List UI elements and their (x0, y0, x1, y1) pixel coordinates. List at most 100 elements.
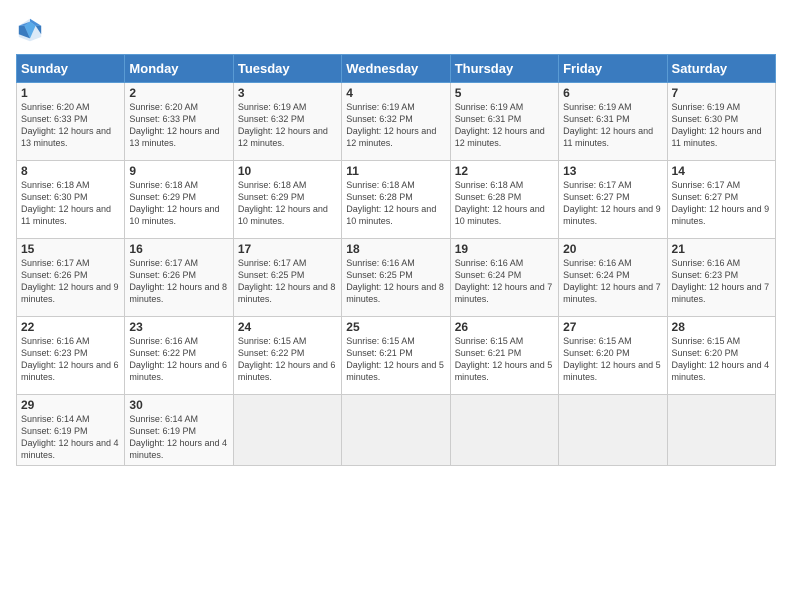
page-header (16, 16, 776, 44)
day-number: 30 (129, 398, 228, 412)
calendar-cell: 29Sunrise: 6:14 AMSunset: 6:19 PMDayligh… (17, 395, 125, 466)
calendar-cell: 15Sunrise: 6:17 AMSunset: 6:26 PMDayligh… (17, 239, 125, 317)
calendar-row-2: 8Sunrise: 6:18 AMSunset: 6:30 PMDaylight… (17, 161, 776, 239)
day-number: 9 (129, 164, 228, 178)
day-info: Sunrise: 6:16 AMSunset: 6:24 PMDaylight:… (563, 257, 662, 306)
day-number: 21 (672, 242, 771, 256)
calendar-cell: 12Sunrise: 6:18 AMSunset: 6:28 PMDayligh… (450, 161, 558, 239)
day-info: Sunrise: 6:18 AMSunset: 6:30 PMDaylight:… (21, 179, 120, 228)
day-number: 25 (346, 320, 445, 334)
day-info: Sunrise: 6:19 AMSunset: 6:31 PMDaylight:… (455, 101, 554, 150)
day-number: 4 (346, 86, 445, 100)
day-info: Sunrise: 6:16 AMSunset: 6:23 PMDaylight:… (21, 335, 120, 384)
col-header-sunday: Sunday (17, 55, 125, 83)
calendar-row-1: 1Sunrise: 6:20 AMSunset: 6:33 PMDaylight… (17, 83, 776, 161)
calendar-cell: 25Sunrise: 6:15 AMSunset: 6:21 PMDayligh… (342, 317, 450, 395)
calendar-cell (559, 395, 667, 466)
col-header-friday: Friday (559, 55, 667, 83)
day-number: 8 (21, 164, 120, 178)
calendar-header-row: SundayMondayTuesdayWednesdayThursdayFrid… (17, 55, 776, 83)
col-header-monday: Monday (125, 55, 233, 83)
calendar-cell: 17Sunrise: 6:17 AMSunset: 6:25 PMDayligh… (233, 239, 341, 317)
day-info: Sunrise: 6:19 AMSunset: 6:30 PMDaylight:… (672, 101, 771, 150)
day-number: 10 (238, 164, 337, 178)
calendar-cell: 2Sunrise: 6:20 AMSunset: 6:33 PMDaylight… (125, 83, 233, 161)
day-number: 16 (129, 242, 228, 256)
day-info: Sunrise: 6:17 AMSunset: 6:26 PMDaylight:… (21, 257, 120, 306)
col-header-wednesday: Wednesday (342, 55, 450, 83)
calendar-cell: 18Sunrise: 6:16 AMSunset: 6:25 PMDayligh… (342, 239, 450, 317)
calendar-cell: 4Sunrise: 6:19 AMSunset: 6:32 PMDaylight… (342, 83, 450, 161)
logo-icon (16, 16, 44, 44)
day-info: Sunrise: 6:15 AMSunset: 6:21 PMDaylight:… (455, 335, 554, 384)
calendar-cell: 6Sunrise: 6:19 AMSunset: 6:31 PMDaylight… (559, 83, 667, 161)
day-number: 7 (672, 86, 771, 100)
day-number: 23 (129, 320, 228, 334)
logo (16, 16, 48, 44)
day-number: 18 (346, 242, 445, 256)
calendar-cell: 21Sunrise: 6:16 AMSunset: 6:23 PMDayligh… (667, 239, 775, 317)
day-number: 1 (21, 86, 120, 100)
day-info: Sunrise: 6:15 AMSunset: 6:22 PMDaylight:… (238, 335, 337, 384)
calendar-cell: 3Sunrise: 6:19 AMSunset: 6:32 PMDaylight… (233, 83, 341, 161)
day-number: 13 (563, 164, 662, 178)
calendar-cell (233, 395, 341, 466)
calendar-cell (667, 395, 775, 466)
col-header-saturday: Saturday (667, 55, 775, 83)
calendar-cell: 20Sunrise: 6:16 AMSunset: 6:24 PMDayligh… (559, 239, 667, 317)
day-number: 5 (455, 86, 554, 100)
day-info: Sunrise: 6:17 AMSunset: 6:27 PMDaylight:… (563, 179, 662, 228)
day-info: Sunrise: 6:14 AMSunset: 6:19 PMDaylight:… (129, 413, 228, 462)
calendar-row-3: 15Sunrise: 6:17 AMSunset: 6:26 PMDayligh… (17, 239, 776, 317)
day-info: Sunrise: 6:17 AMSunset: 6:26 PMDaylight:… (129, 257, 228, 306)
col-header-thursday: Thursday (450, 55, 558, 83)
day-info: Sunrise: 6:18 AMSunset: 6:29 PMDaylight:… (129, 179, 228, 228)
day-number: 29 (21, 398, 120, 412)
calendar-cell: 28Sunrise: 6:15 AMSunset: 6:20 PMDayligh… (667, 317, 775, 395)
day-number: 11 (346, 164, 445, 178)
day-number: 28 (672, 320, 771, 334)
day-number: 24 (238, 320, 337, 334)
day-info: Sunrise: 6:15 AMSunset: 6:20 PMDaylight:… (672, 335, 771, 384)
calendar-table: SundayMondayTuesdayWednesdayThursdayFrid… (16, 54, 776, 466)
day-number: 17 (238, 242, 337, 256)
day-number: 20 (563, 242, 662, 256)
calendar-cell: 9Sunrise: 6:18 AMSunset: 6:29 PMDaylight… (125, 161, 233, 239)
day-info: Sunrise: 6:15 AMSunset: 6:20 PMDaylight:… (563, 335, 662, 384)
calendar-cell: 23Sunrise: 6:16 AMSunset: 6:22 PMDayligh… (125, 317, 233, 395)
calendar-row-5: 29 Sunrise: 6:14 AMSunset: 6:19 PMDayligh… (17, 395, 776, 466)
day-number: 14 (672, 164, 771, 178)
calendar-cell: 16Sunrise: 6:17 AMSunset: 6:26 PMDayligh… (125, 239, 233, 317)
day-info: Sunrise: 6:16 AMSunset: 6:23 PMDaylight:… (672, 257, 771, 306)
day-number: 27 (563, 320, 662, 334)
day-number: 15 (21, 242, 120, 256)
day-info: Sunrise: 6:16 AMSunset: 6:22 PMDaylight:… (129, 335, 228, 384)
calendar-cell: 13Sunrise: 6:17 AMSunset: 6:27 PMDayligh… (559, 161, 667, 239)
calendar-cell: 5Sunrise: 6:19 AMSunset: 6:31 PMDaylight… (450, 83, 558, 161)
day-info: Sunrise: 6:20 AMSunset: 6:33 PMDaylight:… (129, 101, 228, 150)
calendar-cell: 14Sunrise: 6:17 AMSunset: 6:27 PMDayligh… (667, 161, 775, 239)
day-info: Sunrise: 6:18 AMSunset: 6:28 PMDaylight:… (455, 179, 554, 228)
day-info: Sunrise: 6:18 AMSunset: 6:28 PMDaylight:… (346, 179, 445, 228)
day-number: 6 (563, 86, 662, 100)
calendar-row-4: 22Sunrise: 6:16 AMSunset: 6:23 PMDayligh… (17, 317, 776, 395)
day-number: 3 (238, 86, 337, 100)
day-info: Sunrise: 6:17 AMSunset: 6:25 PMDaylight:… (238, 257, 337, 306)
calendar-cell: 1Sunrise: 6:20 AMSunset: 6:33 PMDaylight… (17, 83, 125, 161)
calendar-cell (342, 395, 450, 466)
day-info: Sunrise: 6:20 AMSunset: 6:33 PMDaylight:… (21, 101, 120, 150)
calendar-cell: 22Sunrise: 6:16 AMSunset: 6:23 PMDayligh… (17, 317, 125, 395)
calendar-cell: 27Sunrise: 6:15 AMSunset: 6:20 PMDayligh… (559, 317, 667, 395)
calendar-cell: 30Sunrise: 6:14 AMSunset: 6:19 PMDayligh… (125, 395, 233, 466)
page-container: SundayMondayTuesdayWednesdayThursdayFrid… (0, 0, 792, 474)
day-number: 26 (455, 320, 554, 334)
day-info: Sunrise: 6:19 AMSunset: 6:32 PMDaylight:… (346, 101, 445, 150)
calendar-cell: 7Sunrise: 6:19 AMSunset: 6:30 PMDaylight… (667, 83, 775, 161)
calendar-cell: 8Sunrise: 6:18 AMSunset: 6:30 PMDaylight… (17, 161, 125, 239)
day-number: 19 (455, 242, 554, 256)
day-info: Sunrise: 6:16 AMSunset: 6:24 PMDaylight:… (455, 257, 554, 306)
calendar-cell: 19Sunrise: 6:16 AMSunset: 6:24 PMDayligh… (450, 239, 558, 317)
calendar-cell: 24Sunrise: 6:15 AMSunset: 6:22 PMDayligh… (233, 317, 341, 395)
day-info: Sunrise: 6:15 AMSunset: 6:21 PMDaylight:… (346, 335, 445, 384)
day-info: Sunrise: 6:18 AMSunset: 6:29 PMDaylight:… (238, 179, 337, 228)
